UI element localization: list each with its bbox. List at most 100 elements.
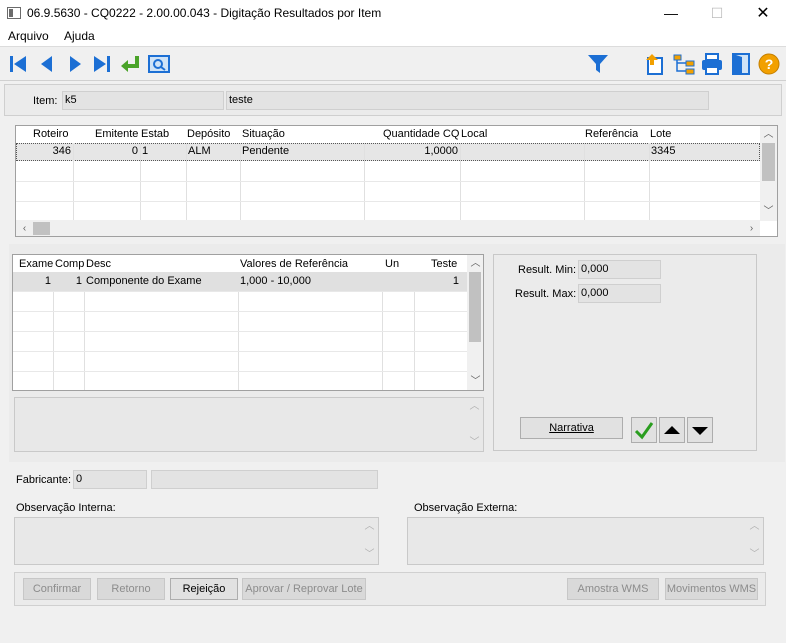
cell-quantidade: 1,0000 [424, 145, 458, 157]
triangle-up-icon [664, 426, 680, 434]
scroll-down-icon: ﹀ [749, 549, 760, 560]
scroll-up-icon: ︿ [749, 521, 760, 532]
confirm-check-button[interactable] [631, 417, 657, 443]
window-title: 06.9.5630 - CQ0222 - 2.00.00.043 - Digit… [27, 6, 382, 20]
menu-arquivo[interactable]: Arquivo [8, 29, 49, 43]
grid-divider [240, 143, 241, 221]
grid-divider [140, 143, 141, 221]
cell-deposito: ALM [188, 145, 211, 157]
first-record-icon[interactable] [6, 52, 30, 76]
hscroll-thumb[interactable] [33, 222, 50, 235]
go-to-record-icon[interactable] [118, 52, 142, 76]
cell-estab: 1 [142, 145, 149, 157]
col-header-situacao[interactable]: Situação [242, 128, 285, 140]
confirmar-button[interactable]: Confirmar [23, 578, 91, 600]
scroll-thumb[interactable] [762, 143, 775, 181]
cell-exame: 1 [44, 275, 51, 287]
cell-comp: 1 [75, 275, 82, 287]
grid-divider [186, 143, 187, 221]
col-header-teste[interactable]: Teste [431, 258, 457, 270]
scroll-up-icon: ︿ [364, 521, 375, 532]
exam-description-box[interactable] [14, 397, 484, 452]
print-icon[interactable] [700, 52, 724, 76]
move-down-button[interactable] [687, 417, 713, 443]
retorno-button[interactable]: Retorno [97, 578, 165, 600]
grid-divider [584, 143, 585, 221]
svg-text:?: ? [765, 56, 774, 72]
amostra-wms-button[interactable]: Amostra WMS [567, 578, 659, 600]
col-header-quantidade[interactable]: Quantidade CQ [383, 128, 459, 140]
fabricante-label: Fabricante: [16, 474, 72, 486]
cell-valores: 1,000 - 10,000 [240, 275, 311, 287]
exit-icon[interactable] [729, 52, 753, 76]
result-min-label: Result. Min: [518, 264, 577, 276]
triangle-down-icon [692, 427, 708, 435]
check-icon [634, 422, 654, 440]
hierarchy-icon[interactable] [672, 52, 696, 76]
maximize-button[interactable]: ☐ [694, 0, 740, 27]
menu-ajuda[interactable]: Ajuda [64, 29, 95, 43]
scroll-down-icon: ﹀ [364, 549, 375, 560]
grid-row-line [16, 201, 760, 202]
result-min-field[interactable]: 0,000 [578, 260, 661, 279]
rejeicao-button[interactable]: Rejeição [170, 578, 238, 600]
grid-row-line [13, 291, 467, 292]
next-record-icon[interactable] [63, 52, 87, 76]
observacao-externa-field[interactable] [407, 517, 764, 565]
item-description-field: teste [226, 91, 709, 110]
cell-situacao: Pendente [242, 145, 290, 157]
main-horizontal-scrollbar[interactable] [16, 220, 760, 236]
observacao-externa-label: Observação Externa: [414, 502, 518, 514]
grid-row-line [13, 351, 467, 352]
fabricante-code-field[interactable]: 0 [73, 470, 147, 489]
result-max-label: Result. Max: [515, 288, 577, 300]
app-icon [7, 7, 21, 19]
narrativa-button[interactable]: Narrativa [520, 417, 623, 439]
scroll-up-icon[interactable]: ︿ [467, 255, 484, 272]
col-header-roteiro[interactable]: Roteiro [33, 128, 68, 140]
scroll-up-icon[interactable]: ︿ [760, 126, 777, 143]
col-header-comp[interactable]: Comp [55, 258, 84, 270]
col-header-emitente[interactable]: Emitente [95, 128, 138, 140]
move-up-button[interactable] [659, 417, 685, 443]
col-header-estab[interactable]: Estab [141, 128, 169, 140]
help-icon[interactable]: ? [757, 52, 781, 76]
scroll-thumb[interactable] [469, 272, 481, 342]
cell-teste: 1 [452, 275, 459, 287]
scroll-left-icon[interactable]: ‹ [16, 220, 33, 237]
grid-divider [460, 143, 461, 221]
filter-icon[interactable] [586, 52, 610, 76]
menu-bar [0, 27, 786, 46]
grid-row-line [16, 181, 760, 182]
col-header-desc[interactable]: Desc [86, 258, 111, 270]
col-header-un[interactable]: Un [385, 258, 399, 270]
last-record-icon[interactable] [90, 52, 114, 76]
aprovar-reprovar-lote-button[interactable]: Aprovar / Reprovar Lote [242, 578, 366, 600]
item-code-field[interactable]: k5 [62, 91, 224, 110]
movimentos-wms-button[interactable]: Movimentos WMS [665, 578, 758, 600]
grid-divider [649, 143, 650, 221]
scroll-right-icon[interactable]: › [743, 220, 760, 237]
col-header-lote[interactable]: Lote [650, 128, 671, 140]
col-header-local[interactable]: Local [461, 128, 487, 140]
observacao-interna-label: Observação Interna: [16, 502, 116, 514]
col-header-deposito[interactable]: Depósito [187, 128, 230, 140]
close-button[interactable]: ✕ [740, 0, 786, 27]
grid-row-line [13, 311, 467, 312]
scroll-down-icon: ﹀ [469, 437, 480, 448]
col-header-referencia[interactable]: Referência [585, 128, 638, 140]
grid-row-line [13, 331, 467, 332]
export-icon[interactable] [642, 52, 666, 76]
col-header-exame[interactable]: Exame [19, 258, 53, 270]
search-icon[interactable] [147, 52, 171, 76]
previous-record-icon[interactable] [35, 52, 59, 76]
observacao-interna-field[interactable] [14, 517, 379, 565]
minimize-button[interactable]: — [648, 0, 694, 27]
fabricante-name-field [151, 470, 378, 489]
result-max-field[interactable]: 0,000 [578, 284, 661, 303]
cell-emitente: 0 [131, 145, 138, 157]
scroll-up-icon: ︿ [469, 401, 480, 412]
col-header-valores[interactable]: Valores de Referência [240, 258, 348, 270]
scroll-down-icon[interactable]: ﹀ [760, 203, 777, 220]
scroll-down-icon[interactable]: ﹀ [467, 373, 484, 390]
